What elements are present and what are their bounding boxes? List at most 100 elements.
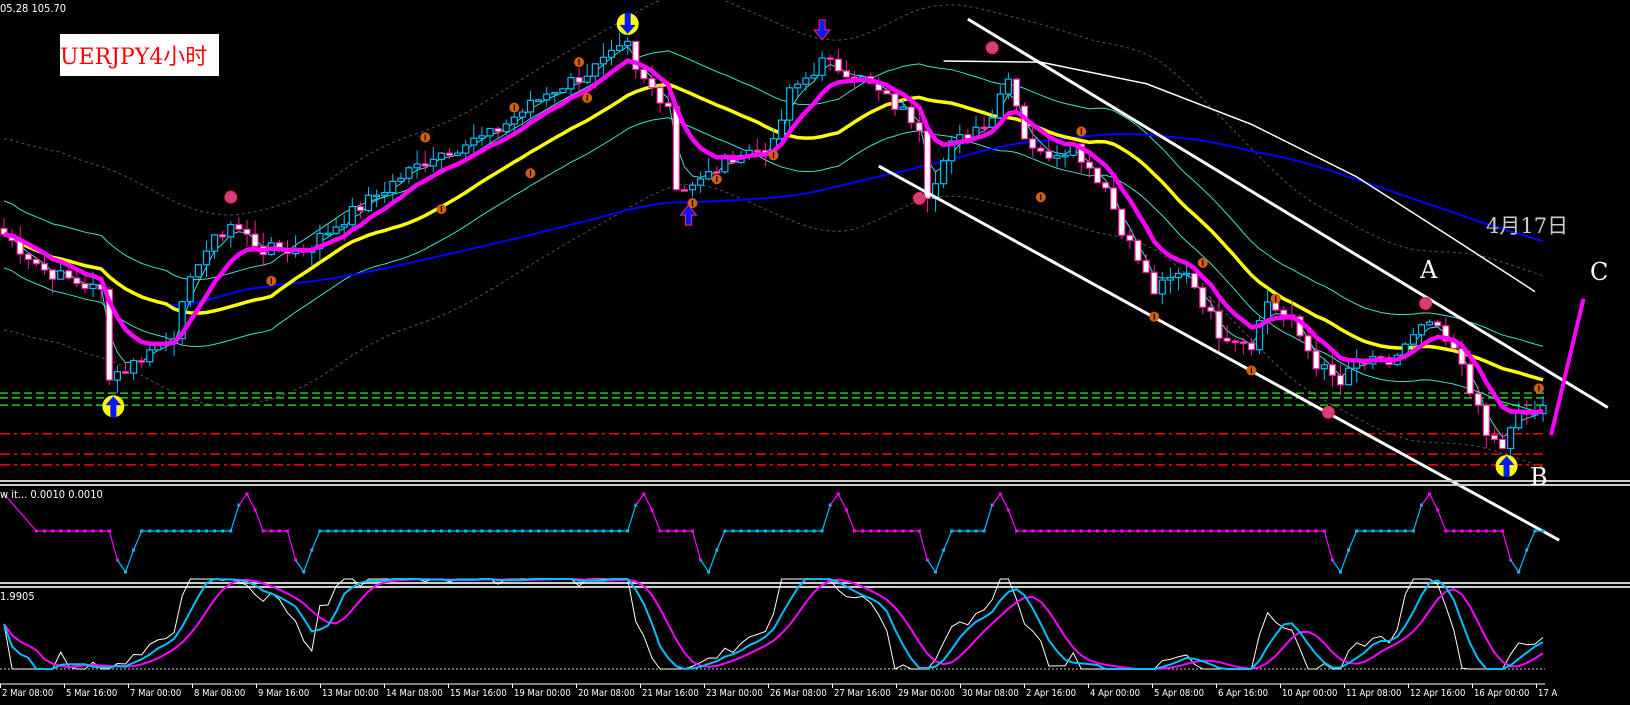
time-axis-label: 8 Mar 08:00 (194, 688, 246, 699)
step-oscillator-segment (116, 559, 126, 573)
time-axis-tick (384, 684, 385, 688)
bear-candle (1239, 341, 1247, 345)
step-oscillator-segment (1348, 530, 1358, 551)
bull-candle (794, 83, 802, 89)
bear-candle (494, 127, 502, 133)
bull-candle (389, 180, 397, 194)
bear-candle (1498, 438, 1507, 450)
time-axis-tick (64, 684, 65, 688)
bear-candle (826, 57, 834, 61)
arrow-down-icon (813, 19, 832, 41)
bear-candle (24, 253, 32, 261)
step-oscillator-segment (700, 559, 710, 573)
bull-candle (1182, 272, 1191, 276)
step-oscillator-segment (246, 493, 256, 511)
time-axis-label: 11 Apr 08:00 (1346, 688, 1402, 699)
step-oscillator-segment (303, 549, 313, 573)
step-oscillator-segment (311, 530, 321, 551)
step-oscillator-segment (918, 530, 928, 561)
bull-candle (688, 184, 697, 191)
bull-candle (543, 93, 551, 101)
bull-candle (567, 76, 575, 90)
bull-candle (510, 116, 518, 125)
bear-candle (48, 269, 57, 280)
step-oscillator-segment (1510, 559, 1520, 573)
bull-candle (130, 360, 138, 374)
time-axis-tick (1088, 684, 1089, 688)
bear-candle (575, 76, 583, 83)
chart-window[interactable]: 05.28 105.70 UERJPY4小时 4月17日 A B C w it.… (0, 0, 1630, 705)
time-axis-tick (704, 684, 705, 688)
sell-dot-icon (1419, 297, 1433, 311)
bear-candle (713, 171, 721, 174)
bear-candle (1247, 342, 1256, 351)
bear-candle (891, 93, 899, 110)
bear-candle (834, 58, 842, 72)
stochastic-signal-line (3, 577, 1544, 671)
time-axis-tick (256, 684, 257, 688)
bear-candle (980, 126, 988, 130)
bear-candle (73, 277, 81, 285)
bull-candle (996, 93, 1004, 119)
time-axis-tick (768, 684, 769, 688)
bull-candle (607, 49, 616, 58)
bull-candle (1409, 334, 1418, 345)
time-axis-label: 2 Apr 16:00 (1026, 688, 1077, 699)
bull-candle (478, 135, 486, 139)
sell-dot-icon (985, 41, 999, 55)
bear-candle (1093, 167, 1102, 184)
step-oscillator-segment (991, 493, 1001, 506)
bull-candle (1344, 367, 1353, 386)
time-axis-label: 15 Mar 16:00 (450, 688, 507, 699)
time-axis-tick (1536, 684, 1537, 688)
bull-candle (534, 99, 543, 102)
price-chart[interactable] (0, 0, 1630, 705)
step-oscillator-segment (295, 559, 305, 573)
time-axis-tick (576, 684, 577, 688)
bull-candle (583, 75, 591, 83)
subwindow1-label: w it... 0.0010 0.0010 (0, 488, 103, 501)
bull-candle (810, 74, 818, 79)
bear-candle (445, 152, 454, 157)
time-axis-tick (1152, 684, 1153, 688)
bear-candle (672, 105, 680, 191)
time-axis-label: 26 Mar 08:00 (770, 688, 827, 699)
time-axis-label: 16 Apr 00:00 (1474, 688, 1530, 699)
arrow-up-icon (679, 204, 698, 226)
time-axis-label: 4 Apr 00:00 (1090, 688, 1141, 699)
bull-candle (988, 117, 996, 128)
step-oscillator-segment (238, 493, 248, 506)
bull-candle (348, 205, 356, 226)
time-axis-label: 19 Mar 00:00 (514, 688, 571, 699)
bear-candle (923, 130, 932, 199)
bull-candle (381, 191, 389, 196)
bear-candle (753, 149, 761, 153)
bull-candle (786, 87, 794, 121)
step-oscillator-segment (845, 509, 856, 532)
date-annotation: 4月17日 (1486, 214, 1569, 238)
bull-candle (1425, 321, 1434, 326)
bull-candle (802, 77, 810, 85)
time-axis-label: 12 Apr 16:00 (1410, 688, 1466, 699)
step-oscillator-segment (691, 530, 702, 561)
bear-candle (680, 189, 689, 192)
step-oscillator-segment (627, 504, 637, 532)
step-oscillator-segment (651, 509, 661, 532)
step-oscillator-segment (829, 493, 839, 506)
bull-candle (454, 152, 462, 157)
bear-candle (1490, 434, 1499, 440)
bull-candle (939, 160, 948, 185)
sell-dot-icon (1321, 405, 1335, 419)
time-axis-label: 9 Mar 16:00 (258, 688, 310, 699)
bear-candle (219, 234, 227, 238)
time-axis-label: 13 Mar 00:00 (322, 688, 379, 699)
time-axis-label: 10 Apr 00:00 (1282, 688, 1338, 699)
step-oscillator-segment (1518, 549, 1528, 573)
time-axis-tick (1408, 684, 1409, 688)
bull-candle (1158, 279, 1166, 295)
time-axis-tick (1024, 684, 1025, 688)
time-axis-tick (0, 684, 1, 688)
time-axis-tick (1472, 684, 1473, 688)
step-oscillator-segment (708, 549, 718, 573)
time-axis-tick (192, 684, 193, 688)
